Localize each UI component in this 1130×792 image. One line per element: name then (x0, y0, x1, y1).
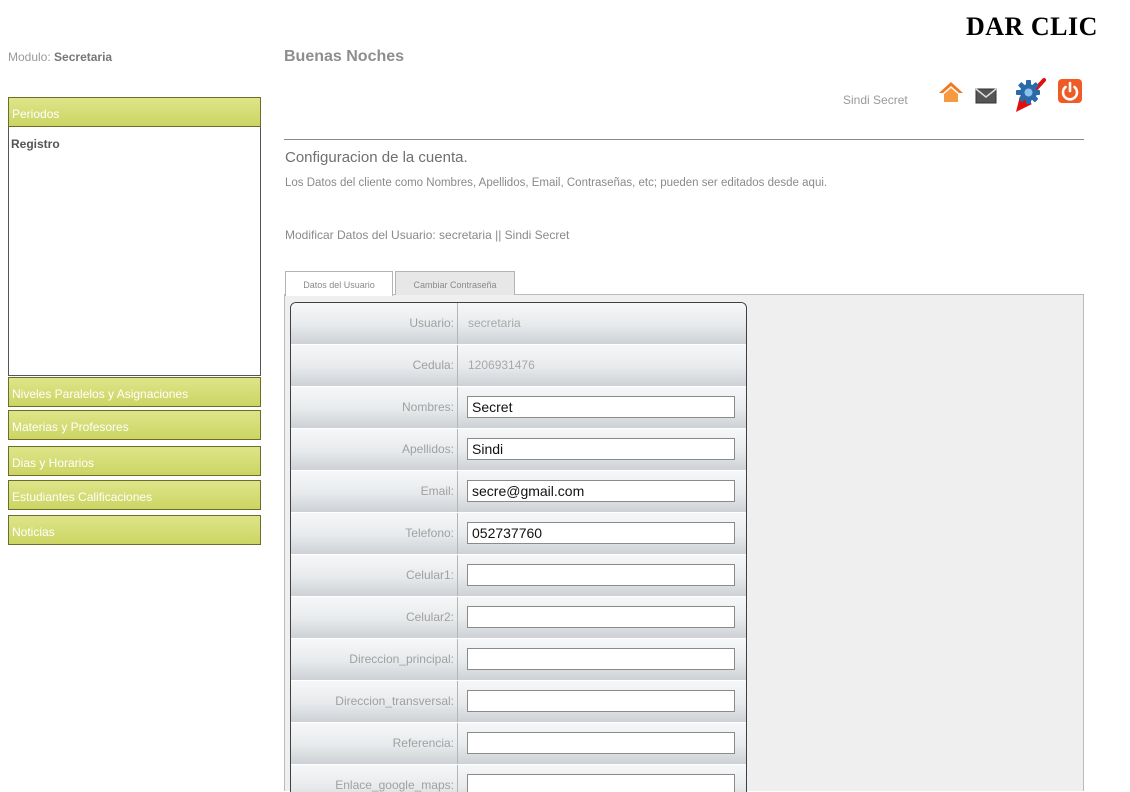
celular1-input[interactable] (467, 564, 735, 586)
form-row-enlace-google-maps: Enlace_google_maps: (291, 764, 746, 792)
module-label: Modulo: (8, 50, 51, 64)
telefono-input[interactable] (467, 522, 735, 544)
module-value: Secretaria (54, 50, 113, 64)
form-row-telefono: Telefono: (291, 512, 746, 554)
form-row-nombres: Nombres: (291, 386, 746, 428)
sidebar-item-noticias[interactable]: Noticias (8, 515, 261, 545)
sidebar-item-niveles[interactable]: Niveles Paralelos y Asignaciones (8, 377, 261, 407)
enlace-google-maps-input[interactable] (467, 774, 735, 792)
enlace-google-maps-label: Enlace_google_maps: (335, 778, 454, 792)
apellidos-input[interactable] (467, 438, 735, 460)
usuario-value: secretaria (468, 316, 521, 330)
nombres-input[interactable] (467, 396, 735, 418)
cedula-value: 1206931476 (468, 358, 535, 372)
modify-user-line: Modificar Datos del Usuario: secretaria … (285, 228, 570, 242)
sidebar-item-materias[interactable]: Materias y Profesores (8, 410, 261, 440)
page-description: Los Datos del cliente como Nombres, Apel… (285, 177, 828, 189)
sidebar-item-dias[interactable]: Dias y Horarios (8, 446, 261, 476)
form-row-cedula: Cedula: 1206931476 (291, 344, 746, 386)
sidebar-submenu: Registro (8, 127, 261, 376)
form-row-email: Email: (291, 470, 746, 512)
header-divider (284, 139, 1084, 140)
home-icon[interactable] (938, 79, 964, 105)
user-data-form: Usuario: secretaria Cedula: 1206931476 N… (290, 302, 747, 792)
direccion-transversal-input[interactable] (467, 690, 735, 712)
sidebar-item-periodos[interactable]: Periodos (8, 97, 261, 127)
form-row-celular2: Celular2: (291, 596, 746, 638)
direccion-principal-label: Direccion_principal: (349, 652, 454, 666)
direccion-principal-input[interactable] (467, 648, 735, 670)
greeting: Buenas Noches (284, 48, 405, 65)
direccion-transversal-label: Direccion_transversal: (335, 694, 454, 708)
module-indicator: Modulo: Secretaria (8, 50, 112, 64)
email-input[interactable] (467, 480, 735, 502)
cedula-label: Cedula: (412, 358, 454, 372)
celular1-label: Celular1: (405, 568, 454, 582)
mail-icon[interactable] (974, 84, 1000, 110)
page-title: Configuracion de la cuenta. (285, 149, 468, 166)
form-row-direccion-principal: Direccion_principal: (291, 638, 746, 680)
email-label: Email: (420, 484, 454, 498)
telefono-label: Telefono: (405, 526, 454, 540)
tab-datos-usuario[interactable]: Datos del Usuario (285, 271, 393, 296)
form-row-usuario: Usuario: secretaria (291, 303, 746, 344)
user-name: Sindi Secret (843, 93, 908, 107)
sidebar-subitem-registro[interactable]: Registro (11, 137, 60, 151)
form-row-celular1: Celular1: (291, 554, 746, 596)
nombres-label: Nombres: (401, 400, 454, 414)
referencia-label: Referencia: (392, 736, 454, 750)
tab-cambiar-contrasena[interactable]: Cambiar Contraseña (395, 271, 515, 295)
form-row-apellidos: Apellidos: (291, 428, 746, 470)
power-icon[interactable] (1057, 78, 1083, 104)
apellidos-label: Apellidos: (401, 442, 454, 456)
form-row-direccion-transversal: Direccion_transversal: (291, 680, 746, 722)
gear-icon[interactable] (1015, 79, 1041, 105)
celular2-input[interactable] (467, 606, 735, 628)
annotation-text: DAR CLIC (966, 12, 1098, 41)
usuario-label: Usuario: (409, 316, 454, 330)
sidebar-item-estudiantes[interactable]: Estudiantes Calificaciones (8, 480, 261, 510)
celular2-label: Celular2: (405, 610, 454, 624)
referencia-input[interactable] (467, 732, 735, 754)
form-row-referencia: Referencia: (291, 722, 746, 764)
